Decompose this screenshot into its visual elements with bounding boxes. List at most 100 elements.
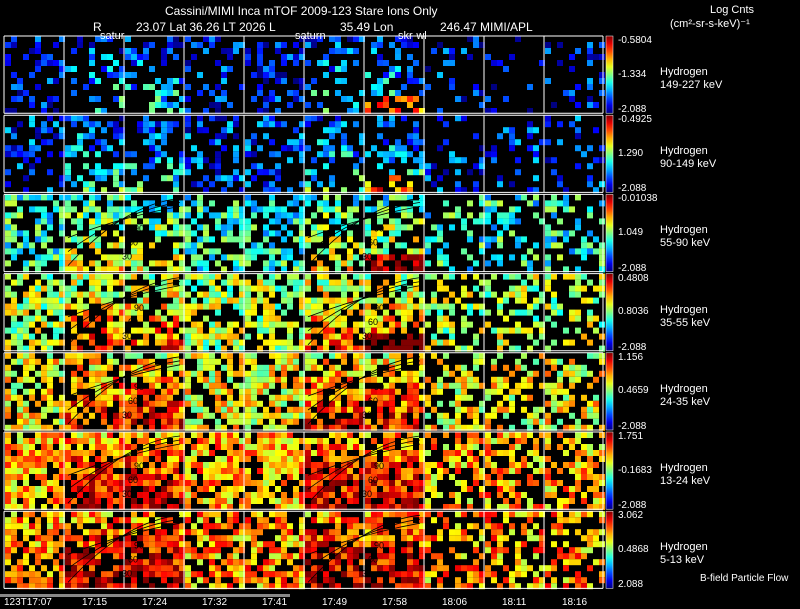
heatmap-cell [191, 456, 197, 462]
heatmap-cell [497, 474, 503, 480]
heatmap-cell [11, 42, 17, 48]
heatmap-cell [401, 321, 407, 328]
heatmap-cell [389, 303, 395, 310]
heatmap-cell [23, 468, 29, 474]
heatmap-cell [587, 321, 593, 328]
heatmap-cell [449, 370, 455, 377]
heatmap-cell [587, 206, 593, 213]
heatmap-cell [203, 412, 209, 419]
heatmap-cell [575, 194, 581, 201]
heatmap-cell [167, 212, 173, 219]
heatmap-cell [389, 370, 395, 377]
heatmap-cell [461, 388, 467, 395]
heatmap-cell [95, 480, 101, 486]
heatmap-cell [335, 553, 341, 560]
heatmap-cell [185, 194, 191, 201]
heatmap-cell [167, 394, 173, 401]
heatmap-cell [23, 400, 29, 407]
heatmap-cell [89, 352, 95, 359]
heatmap-cell [521, 456, 527, 462]
heatmap-cell [275, 432, 281, 438]
heatmap-cell [425, 66, 431, 72]
heatmap-cell [281, 370, 287, 377]
heatmap-cell [371, 90, 377, 96]
heatmap-cell [221, 291, 227, 298]
heatmap-cell [599, 242, 605, 249]
heatmap-cell [329, 218, 335, 225]
heatmap-cell [17, 468, 23, 474]
heatmap-cell [17, 382, 23, 389]
heatmap-cell [383, 394, 389, 401]
heatmap-cell [5, 468, 11, 474]
heatmap-cell [443, 370, 449, 377]
heatmap-cell [371, 358, 377, 365]
heatmap-cell [305, 571, 311, 578]
heatmap-cell [221, 535, 227, 542]
heatmap-cell [425, 498, 431, 504]
heatmap-cell [233, 456, 239, 462]
heatmap-cell [209, 321, 215, 328]
heatmap-cell [257, 315, 263, 322]
heatmap-cell [587, 541, 593, 548]
heatmap-cell [425, 248, 431, 255]
heatmap-cell [455, 400, 461, 407]
heatmap-cell [401, 291, 407, 298]
heatmap-cell [149, 498, 155, 504]
heatmap-cell [437, 559, 443, 566]
heatmap-cell [599, 474, 605, 480]
heatmap-cell [281, 260, 287, 267]
heatmap-cell [113, 121, 119, 128]
heatmap-cell [425, 400, 431, 407]
heatmap-cell [215, 133, 221, 140]
heatmap-cell [17, 492, 23, 498]
heatmap-cell [275, 412, 281, 419]
heatmap-cell [281, 78, 287, 84]
heatmap-cell [101, 254, 107, 261]
heatmap-cell [221, 406, 227, 413]
heatmap-cell [173, 212, 179, 219]
heatmap-cell [215, 406, 221, 413]
heatmap-cell [5, 242, 11, 249]
heatmap-cell [275, 376, 281, 383]
heatmap-cell [329, 279, 335, 286]
heatmap-cell [197, 72, 203, 78]
heatmap-cell [35, 60, 41, 66]
heatmap-cell [161, 394, 167, 401]
heatmap-cell [587, 511, 593, 518]
heatmap-cell [353, 400, 359, 407]
heatmap-cell [473, 84, 479, 90]
heatmap-cell [77, 133, 83, 140]
heatmap-cell [233, 260, 239, 267]
heatmap-cell [5, 370, 11, 377]
heatmap-cell [209, 236, 215, 243]
heatmap-cell [461, 529, 467, 536]
heatmap-cell [401, 468, 407, 474]
heatmap-cell [185, 115, 191, 122]
heatmap-cell [53, 254, 59, 261]
heatmap-cell [107, 438, 113, 444]
heatmap-cell [389, 559, 395, 566]
heatmap-cell [311, 315, 317, 322]
heatmap-cell [149, 102, 155, 108]
heatmap-cell [527, 498, 533, 504]
heatmap-cell [173, 418, 179, 425]
heatmap-cell [581, 254, 587, 261]
heatmap-cell [245, 577, 251, 584]
heatmap-cell [233, 206, 239, 213]
heatmap-cell [203, 303, 209, 310]
heatmap-cell [587, 412, 593, 419]
heatmap-cell [281, 382, 287, 389]
heatmap-cell [47, 406, 53, 413]
heatmap-cell [581, 450, 587, 456]
heatmap-cell [71, 565, 77, 572]
heatmap-cell [35, 559, 41, 566]
heatmap-cell [155, 412, 161, 419]
heatmap-cell [515, 321, 521, 328]
heatmap-cell [281, 364, 287, 371]
heatmap-cell [191, 54, 197, 60]
contour-label: 60 [128, 317, 138, 327]
heatmap-cell [389, 236, 395, 243]
heatmap-cell [389, 145, 395, 152]
heatmap-cell [245, 468, 251, 474]
heatmap-cell [251, 480, 257, 486]
